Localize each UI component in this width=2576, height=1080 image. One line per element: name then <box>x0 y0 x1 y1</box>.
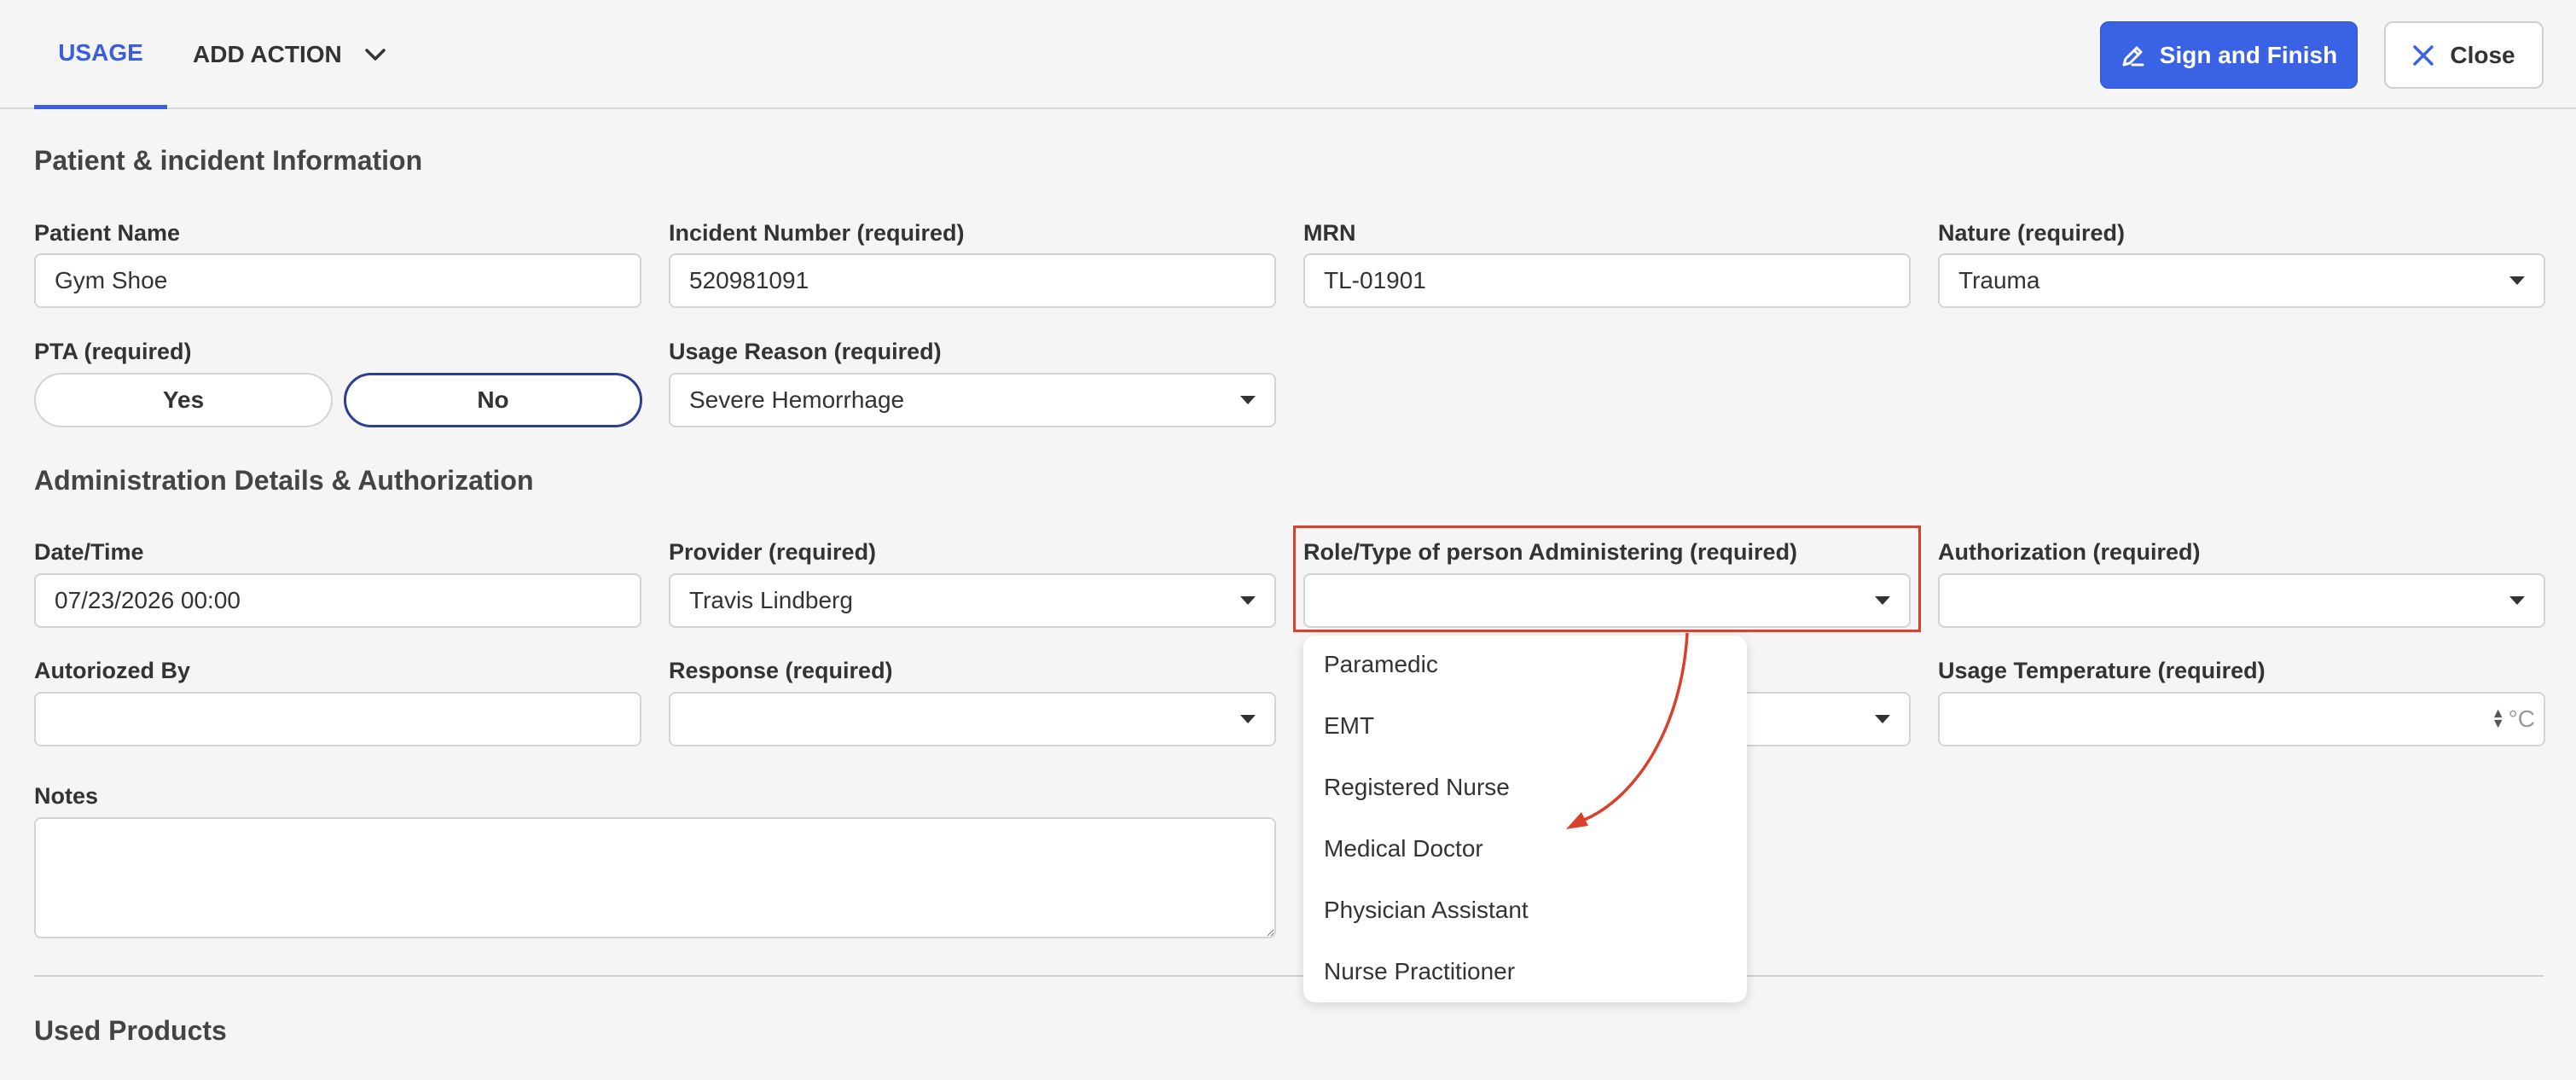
annotation-arrow <box>1566 632 1689 829</box>
